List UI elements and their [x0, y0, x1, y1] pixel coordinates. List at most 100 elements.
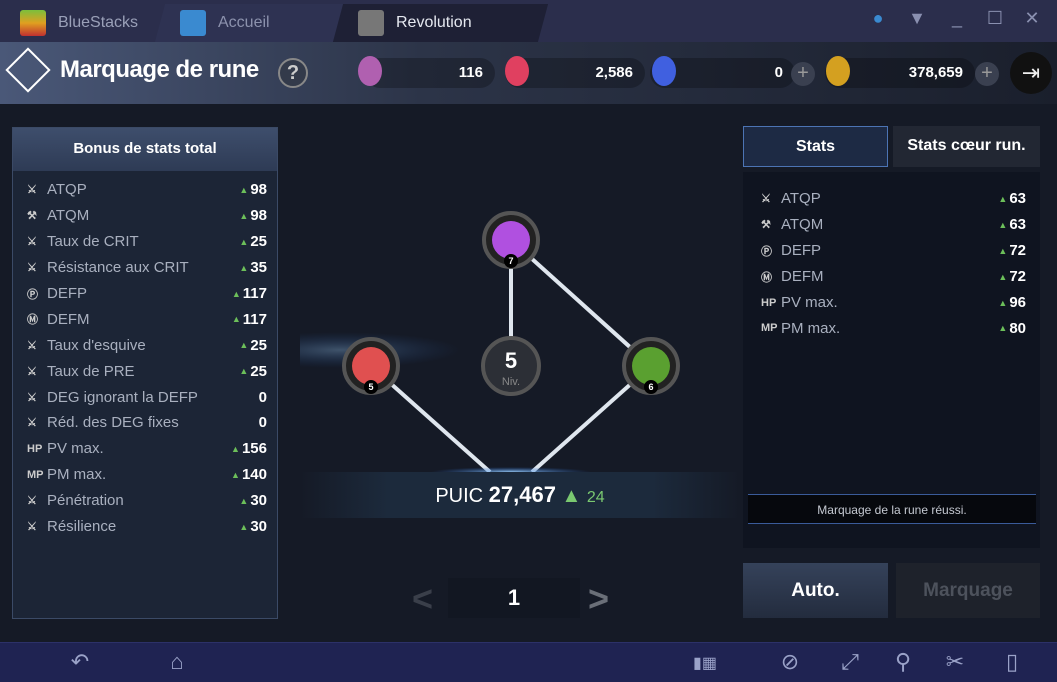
stat-value: 156	[241, 440, 267, 458]
page-title: Marquage de rune	[60, 56, 259, 83]
stat-row: ⚔ DEG ignorant la DEFP 0	[13, 384, 277, 410]
stat-MP-icon: MP	[27, 468, 44, 481]
stat-value: 72	[1009, 242, 1026, 260]
minimize-icon[interactable]: _	[945, 8, 969, 29]
stat-value: 98	[250, 181, 267, 199]
stat-label: ATQM	[781, 216, 824, 234]
stat-label: PV max.	[781, 294, 838, 311]
stat-label: DEFP	[47, 285, 88, 302]
stat-row: ⚔ Taux de CRIT ▲ 25	[13, 229, 277, 255]
page-number: 1	[448, 578, 580, 618]
stat-value: 98	[250, 207, 267, 225]
stat-label: Résistance aux CRIT	[47, 259, 189, 277]
stats-list: ⚔ ATQP ▲ 63 ⚒ ATQM ▲ 63 Ⓟ DEFP ▲ 72 Ⓜ DEFM ▲ 72 HP PV max…	[743, 172, 1040, 341]
bluestacks-logo-icon	[20, 10, 46, 36]
stat-shield-m-icon: Ⓜ	[27, 314, 38, 327]
stat-row: ⚔ Taux d'esquive ▲ 25	[13, 332, 277, 358]
marquage-button[interactable]: Marquage	[896, 563, 1040, 618]
stat-row: ⚔ ATQP ▲ 98	[13, 177, 277, 203]
stat-swords-icon: ⚔	[27, 521, 37, 534]
add-gold-button[interactable]: +	[975, 62, 999, 86]
up-arrow-icon: ▲	[561, 485, 582, 507]
home-icon[interactable]: ⌂	[162, 649, 192, 675]
up-arrow-icon: ▲	[231, 469, 240, 480]
stat-label: Pénétration	[47, 492, 124, 510]
shake-phone-icon[interactable]: ▯	[997, 649, 1027, 675]
stat-label: Taux de CRIT	[47, 233, 139, 251]
keyboard-icon[interactable]: ▮▦	[690, 653, 720, 673]
game-header: Marquage de rune ? 116 2,586 0 + 378,659…	[0, 42, 1057, 104]
home-icon	[180, 10, 206, 36]
power-value: 27,467	[488, 482, 556, 507]
up-arrow-icon: ▲	[231, 288, 241, 299]
close-icon[interactable]: ✕	[1020, 8, 1044, 29]
stat-label: ATQP	[47, 181, 87, 199]
stat-row: ⚔ Taux de PRE ▲ 25	[13, 358, 277, 384]
stat-label: DEG ignorant la DEFP	[47, 388, 198, 406]
stat-row: Ⓟ DEFP ▲ 72	[743, 238, 1040, 264]
total-stats-panel: Bonus de stats total ⚔ ATQP ▲ 98 ⚒ ATQM ▲ 98 ⚔ Ta…	[12, 127, 278, 619]
exit-button[interactable]: ⇥	[1010, 52, 1052, 94]
combat-power-bar: PUIC 27,467 ▲ 24	[300, 472, 740, 518]
tab-core-stats[interactable]: Stats cœur run.	[893, 126, 1040, 167]
stat-row: HP PV max. ▲ 96	[743, 290, 1040, 316]
back-icon[interactable]: ↶	[65, 649, 95, 675]
stat-value: 0	[258, 388, 267, 406]
eye-hidden-icon[interactable]: ⊘	[775, 649, 805, 675]
up-arrow-icon: ▲	[239, 184, 249, 195]
stat-swords-icon: ⚔	[27, 339, 37, 352]
maximize-icon[interactable]: ☐	[983, 8, 1007, 29]
prev-page-button[interactable]: <	[412, 578, 433, 620]
stat-row: ⚔ Résilience ▲ 30	[13, 514, 277, 540]
tab-revolution[interactable]: Revolution	[332, 4, 549, 42]
stat-row: Ⓟ DEFP ▲ 117	[13, 281, 277, 307]
stat-row: HP PV max. ▲ 156	[13, 436, 277, 462]
purple-stone-icon	[358, 56, 382, 86]
stat-label: ATQM	[47, 207, 90, 225]
up-arrow-icon: ▲	[239, 236, 249, 247]
tab-bluestacks[interactable]: BlueStacks	[0, 4, 150, 42]
stat-wand-icon: ⚒	[27, 210, 37, 223]
up-arrow-icon: ▲	[239, 495, 249, 506]
scissors-icon[interactable]: ✂	[940, 649, 970, 675]
stat-swords-icon: ⚔	[27, 184, 37, 197]
stat-row: ⚒ ATQM ▲ 63	[743, 212, 1040, 238]
up-arrow-icon: ▲	[239, 521, 249, 532]
help-button[interactable]: ?	[278, 58, 308, 88]
title-bar: BlueStacks Accueil Revolution ● ▼ _ ☐ ✕	[0, 0, 1057, 42]
up-arrow-icon: ▲	[239, 366, 249, 377]
stat-value: 72	[1009, 268, 1026, 286]
stat-label: DEFP	[781, 242, 822, 260]
fullscreen-icon[interactable]: ⤢	[835, 649, 865, 675]
stat-label: Taux de PRE	[47, 362, 135, 380]
auto-button[interactable]: Auto.	[743, 563, 888, 618]
revolution-app-icon	[358, 10, 384, 36]
stat-swords-icon: ⚔	[27, 391, 37, 404]
stat-label: DEFM	[47, 310, 90, 328]
stat-label: PV max.	[47, 440, 104, 458]
up-arrow-icon: ▲	[239, 210, 249, 221]
rune-level: 7	[508, 256, 513, 266]
stat-value: 96	[1009, 294, 1026, 311]
up-arrow-icon: ▲	[998, 271, 1008, 282]
back-button[interactable]	[5, 47, 51, 93]
account-icon[interactable]: ●	[866, 8, 890, 29]
tab-stats[interactable]: Stats	[743, 126, 888, 167]
status-message: Marquage de la rune réussi.	[748, 494, 1036, 524]
up-arrow-icon: ▲	[239, 262, 249, 273]
location-icon[interactable]: ⚲	[888, 649, 918, 675]
stat-swords-icon: ⚔	[27, 495, 37, 508]
stat-value: 25	[250, 336, 267, 354]
add-blue-gem-button[interactable]: +	[791, 62, 815, 86]
next-page-button[interactable]: >	[588, 578, 609, 620]
rune-stats-panel: ⚔ ATQP ▲ 63 ⚒ ATQM ▲ 63 Ⓟ DEFP ▲ 72 Ⓜ DEFM ▲ 72 HP PV max…	[743, 172, 1040, 548]
tab-accueil[interactable]: Accueil	[154, 4, 356, 42]
stat-label: PM max.	[47, 466, 107, 484]
menu-dropdown-icon[interactable]: ▼	[905, 8, 929, 29]
panel-title: Bonus de stats total	[13, 128, 277, 171]
power-label: PUIC	[435, 485, 484, 507]
android-nav-bar: ↶ ⌂ ▮▦ ⊘ ⤢ ⚲ ✂ ▯	[0, 642, 1057, 682]
gold-coin-icon	[826, 56, 850, 86]
currency-stone: 116	[365, 58, 495, 88]
stat-value: 117	[242, 310, 267, 328]
